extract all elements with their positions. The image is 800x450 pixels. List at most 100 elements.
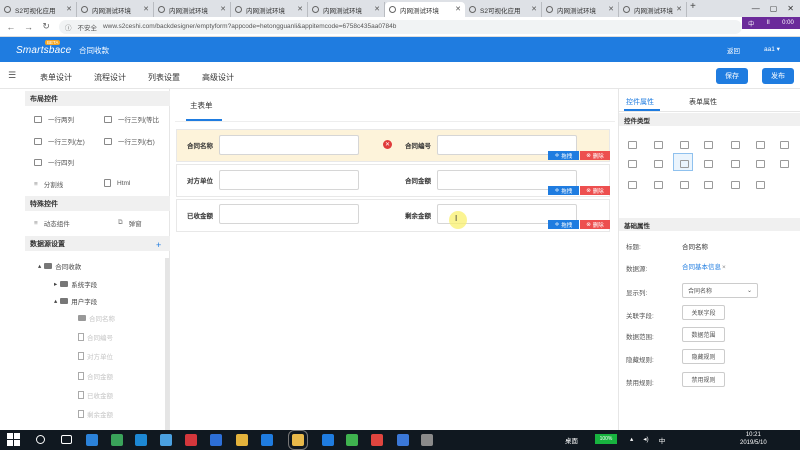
tab-control-props[interactable]: 控件属性 (626, 97, 654, 107)
search-icon[interactable] (36, 435, 45, 444)
drag-button[interactable]: ✛ 拖拽 (548, 151, 579, 160)
number-control-icon[interactable] (680, 160, 689, 168)
network-icon[interactable]: ▴ (630, 435, 633, 445)
display-column-select[interactable]: 合同名称 ⌄ (682, 283, 758, 298)
tab-form-props[interactable]: 表单属性 (689, 97, 717, 107)
image-control-icon[interactable] (654, 141, 663, 149)
wechat-icon[interactable] (346, 434, 358, 446)
tab-flow-design[interactable]: 流程设计 (94, 72, 126, 83)
textarea-control-icon[interactable] (628, 160, 637, 168)
ie-browser-icon[interactable] (135, 434, 147, 446)
save-button[interactable]: 保存 (716, 68, 748, 84)
contract-name-input[interactable] (219, 135, 359, 155)
link-control-icon[interactable] (731, 160, 740, 168)
tree-field[interactable]: 对方单位 (78, 351, 113, 361)
layout-item[interactable]: 一行两列 (34, 114, 74, 124)
link-field-button[interactable]: 关联字段 (682, 305, 725, 320)
browser-tab[interactable]: S2可视化应用 ✕ (465, 2, 542, 17)
tab-main-form[interactable]: 主表单 (190, 100, 213, 111)
tree-field[interactable]: 剩余金额 (78, 409, 113, 419)
layout-item[interactable]: ≡ 分割线 (34, 179, 63, 190)
browser-tab[interactable]: 内网测试环境 ✕ (77, 2, 154, 17)
data-range-button[interactable]: 数据范围 (682, 327, 725, 342)
new-tab-button[interactable]: + (690, 1, 696, 12)
file-explorer-icon[interactable] (236, 434, 248, 446)
special-item[interactable]: ≡ 动态组件 (34, 218, 70, 229)
tree-node-root[interactable]: ▴ 合同收款 (38, 261, 81, 271)
xmind-icon[interactable] (185, 434, 197, 446)
url-input[interactable]: ⓘ 不安全 www.s2ceshi.com/backdesigner/empty… (58, 19, 742, 34)
special-item[interactable]: ⧉ 弹窗 (118, 218, 142, 228)
layout-item[interactable]: 一行三列(等比 (104, 114, 159, 124)
counterparty-input[interactable] (219, 170, 359, 190)
volume-icon[interactable]: ◂) (643, 435, 648, 445)
browser-tab[interactable]: S2可视化应用 ✕ (0, 2, 77, 17)
app-icon[interactable] (322, 434, 334, 446)
prop-title-value[interactable]: 合同名称 (682, 241, 708, 251)
desktop-label[interactable]: 桌面 (565, 435, 578, 445)
checkbox-control-icon[interactable] (756, 141, 765, 149)
layout-item[interactable]: Html (104, 179, 130, 187)
label-control-icon[interactable] (628, 141, 637, 149)
edge-browser-icon[interactable] (261, 434, 273, 446)
location-control-icon[interactable] (731, 181, 740, 189)
pause-icon[interactable]: II (766, 20, 769, 26)
close-icon[interactable]: ✕ (455, 5, 461, 13)
radio-control-icon[interactable] (731, 141, 740, 149)
timer-app-icon[interactable] (86, 434, 98, 446)
close-window-icon[interactable]: ✕ (787, 4, 794, 13)
app-icon[interactable] (371, 434, 383, 446)
ime-indicator[interactable]: 中 (659, 435, 666, 445)
qrcode-control-icon[interactable] (680, 181, 689, 189)
close-icon[interactable]: ✕ (297, 5, 303, 13)
popup-select-icon[interactable] (654, 160, 663, 168)
upload-control-icon[interactable] (756, 160, 765, 168)
close-icon[interactable]: ✕ (143, 5, 149, 13)
taskbar-clock[interactable]: 10:21 2019/5/10 (740, 431, 767, 447)
delete-button[interactable]: ⊗ 删除 (580, 151, 610, 160)
date-control-icon[interactable] (704, 141, 713, 149)
add-datasource-button[interactable]: + (156, 240, 161, 250)
received-amount-input[interactable] (219, 204, 359, 224)
forward-icon[interactable]: → (22, 22, 36, 32)
user-control-icon[interactable] (780, 160, 789, 168)
select-control-icon[interactable] (780, 141, 789, 149)
datasource-value[interactable]: 合同基本信息× (682, 261, 726, 271)
browser-tab[interactable]: 内网测试环境 ✕ (619, 2, 687, 17)
app-icon[interactable] (210, 434, 222, 446)
tree-field[interactable]: 合同编号 (78, 332, 113, 342)
app-icon[interactable] (421, 434, 433, 446)
minimize-icon[interactable]: — (752, 4, 760, 13)
tree-scrollbar[interactable] (165, 258, 169, 430)
tab-advanced-design[interactable]: 高级设计 (202, 72, 234, 83)
app-icon[interactable] (397, 434, 409, 446)
layout-item[interactable]: 一行三列(右) (104, 136, 155, 146)
tree-node-system[interactable]: ▸ 系统字段 (54, 279, 97, 289)
app-icon[interactable] (160, 434, 172, 446)
copy-control-icon[interactable] (756, 181, 765, 189)
attachment-control-icon[interactable] (704, 181, 713, 189)
layout-item[interactable]: 一行四列 (34, 157, 74, 167)
tab-list-settings[interactable]: 列表设置 (148, 72, 180, 83)
close-icon[interactable]: ✕ (676, 5, 682, 13)
tree-field[interactable]: 已收金额 (78, 390, 113, 400)
browser-tab-active[interactable]: 内网测试环境 ✕ (385, 2, 465, 17)
clear-icon[interactable]: × (722, 264, 726, 271)
textbox-control-icon[interactable] (680, 141, 689, 149)
disable-rule-button[interactable]: 禁用规则 (682, 372, 725, 387)
back-icon[interactable]: ← (4, 22, 18, 32)
drag-button[interactable]: ✛ 拖拽 (548, 186, 579, 195)
tree-field[interactable]: 合同名称 (78, 313, 115, 323)
windows-start-icon[interactable] (7, 433, 20, 446)
close-icon[interactable]: ✕ (220, 5, 226, 13)
dept-control-icon[interactable] (628, 181, 637, 189)
hide-rule-button[interactable]: 隐藏规则 (682, 349, 725, 364)
reload-icon[interactable]: ↻ (39, 21, 53, 32)
user-menu[interactable]: aa1 ▾ (764, 45, 780, 53)
task-view-icon[interactable] (61, 435, 72, 444)
close-icon[interactable]: ✕ (66, 5, 72, 13)
richtext-control-icon[interactable] (704, 160, 713, 168)
menu-icon[interactable]: ☰ (8, 70, 16, 81)
browser-tab[interactable]: 内网测试环境 ✕ (308, 2, 385, 17)
tree-node-user[interactable]: ▴ 用户字段 (54, 296, 97, 306)
